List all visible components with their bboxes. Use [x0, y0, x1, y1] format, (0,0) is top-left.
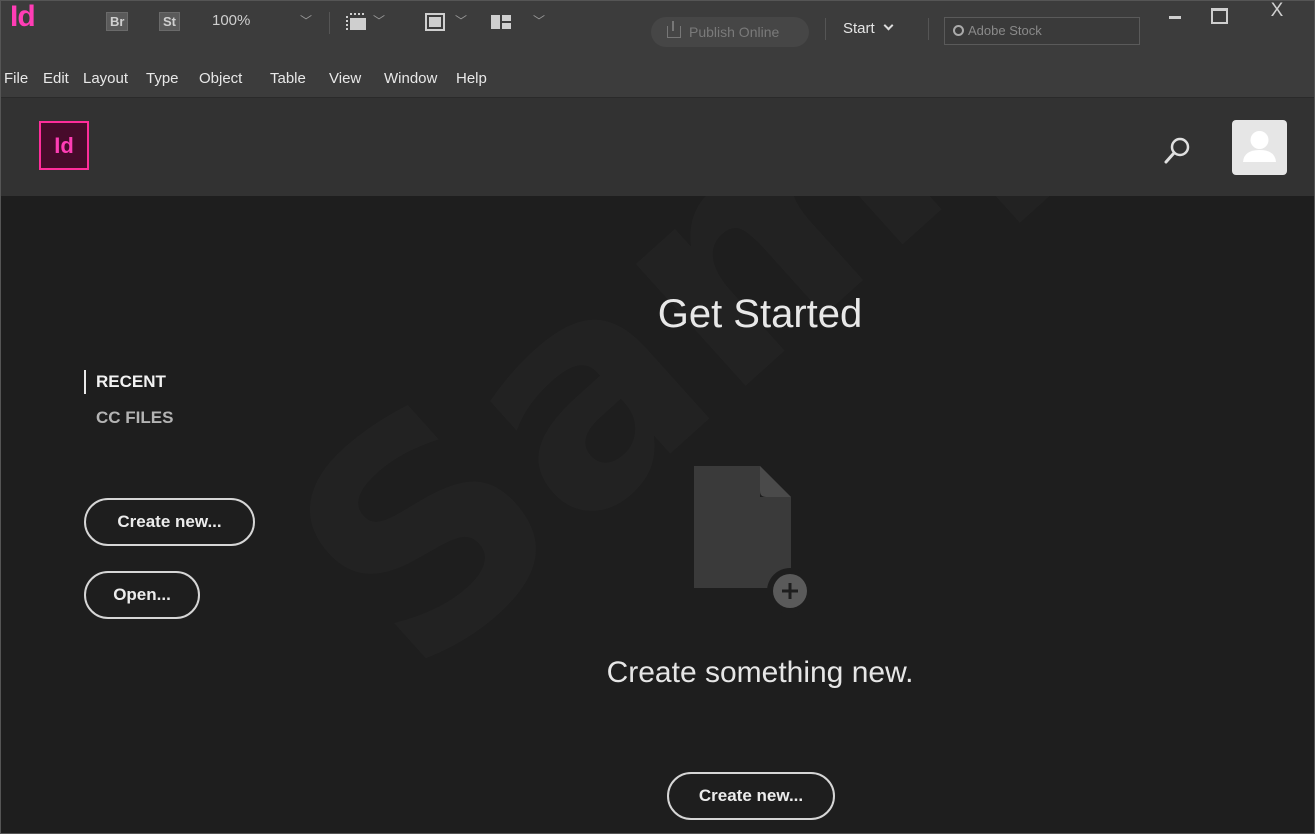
publish-icon [667, 21, 681, 38]
workspace-label: Start [843, 20, 875, 37]
app-bar: Id Br St 100% ﹀ ﹀ ﹀ ﹀ Publish Online Sta… [0, 0, 1315, 62]
open-button[interactable]: Open... [84, 571, 200, 619]
minimize-button[interactable] [1160, 0, 1190, 30]
zoom-chevron-icon[interactable]: ﹀ [300, 12, 312, 29]
zoom-level[interactable]: 100% [212, 12, 250, 29]
adobe-stock-placeholder: Adobe Stock [968, 23, 1042, 38]
screen-mode-icon[interactable] [424, 12, 446, 32]
indesign-app-icon: Id [39, 121, 89, 170]
close-button[interactable]: X [1262, 0, 1292, 30]
toolbar-divider [928, 18, 929, 40]
toolbar-divider [825, 18, 826, 40]
menu-window[interactable]: Window [384, 70, 437, 87]
create-new-button[interactable]: Create new... [84, 498, 255, 546]
user-avatar[interactable] [1232, 120, 1287, 175]
maximize-button[interactable] [1203, 0, 1233, 30]
create-tagline: Create something new. [606, 656, 914, 689]
chevron-down-icon [883, 20, 894, 31]
new-document-icon [694, 466, 813, 614]
view-options-icon[interactable] [346, 12, 368, 32]
menu-file[interactable]: File [4, 70, 28, 87]
stock-button[interactable]: St [159, 12, 180, 31]
bridge-button[interactable]: Br [106, 12, 129, 31]
view-options-chevron-icon[interactable]: ﹀ [373, 12, 385, 29]
search-icon[interactable] [1163, 135, 1193, 165]
workspace-switcher[interactable]: Start [843, 20, 894, 37]
nav-recent[interactable]: RECENT [84, 370, 166, 394]
menu-object[interactable]: Object [199, 70, 242, 87]
create-new-main-button[interactable]: Create new... [667, 772, 835, 820]
screen-mode-chevron-icon[interactable]: ﹀ [455, 12, 467, 29]
arrange-documents-icon[interactable] [490, 12, 512, 32]
nav-cc-files[interactable]: CC FILES [96, 408, 173, 428]
menu-view[interactable]: View [329, 70, 361, 87]
start-header: Id [0, 98, 1315, 196]
menu-table[interactable]: Table [270, 70, 306, 87]
publish-online-label: Publish Online [689, 24, 780, 40]
user-icon [1243, 131, 1276, 162]
search-icon [953, 25, 964, 36]
menu-bar: File Edit Layout Type Object Table View … [0, 62, 1315, 98]
toolbar-divider [329, 12, 330, 34]
start-screen: Sample Get Started RECENT CC FILES Creat… [0, 196, 1315, 834]
menu-help[interactable]: Help [456, 70, 487, 87]
arrange-documents-chevron-icon[interactable]: ﹀ [533, 12, 545, 29]
indesign-logo: Id [10, 0, 36, 33]
page-title: Get Started [657, 292, 863, 336]
menu-layout[interactable]: Layout [83, 70, 128, 87]
menu-edit[interactable]: Edit [43, 70, 69, 87]
publish-online-button[interactable]: Publish Online [651, 17, 809, 47]
menu-type[interactable]: Type [146, 70, 179, 87]
adobe-stock-search-field[interactable]: Adobe Stock [944, 17, 1140, 45]
